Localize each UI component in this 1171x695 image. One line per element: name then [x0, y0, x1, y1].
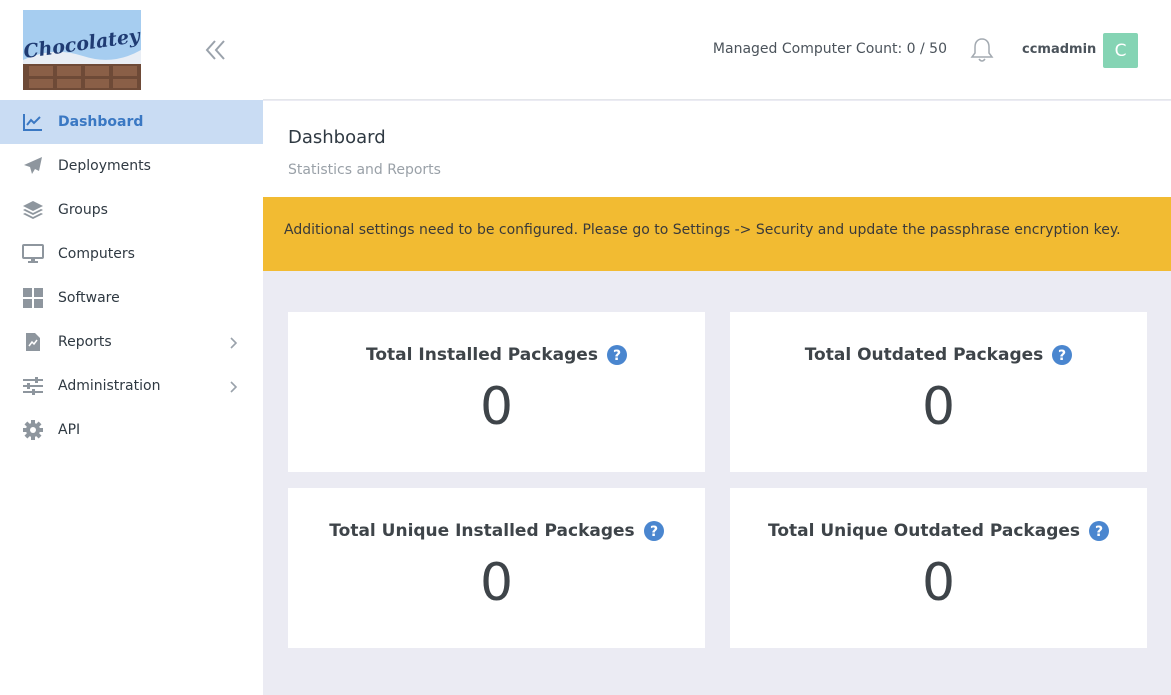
collapse-sidebar-icon[interactable] — [203, 38, 229, 62]
stat-card-title: Total Outdated Packages — [804, 345, 1044, 365]
sidebar-item-label: API — [58, 422, 81, 438]
sidebar-item-deployments[interactable]: Deployments — [0, 144, 263, 188]
svg-text:?: ? — [613, 348, 621, 364]
chevron-right-icon — [226, 335, 240, 349]
sliders-icon — [22, 375, 44, 397]
sidebar-nav: Dashboard Deployments Groups Computers S… — [0, 100, 263, 452]
svg-text:?: ? — [650, 524, 658, 540]
stat-card-value: 0 — [479, 377, 514, 437]
sidebar-item-computers[interactable]: Computers — [0, 232, 263, 276]
page-subtitle: Statistics and Reports — [288, 162, 441, 178]
sidebar-item-groups[interactable]: Groups — [0, 188, 263, 232]
desktop-icon — [22, 243, 44, 265]
stat-card-title: Total Installed Packages — [366, 345, 598, 365]
stat-card-value: 0 — [479, 553, 514, 613]
sidebar-item-dashboard[interactable]: Dashboard — [0, 100, 263, 144]
paper-plane-icon — [22, 155, 44, 177]
username[interactable]: ccmadmin — [1022, 42, 1096, 57]
sidebar-item-label: Deployments — [58, 158, 151, 174]
svg-text:?: ? — [1058, 348, 1066, 364]
avatar[interactable]: C — [1103, 33, 1138, 68]
managed-computer-count: Managed Computer Count: 0 / 50 — [712, 41, 947, 57]
sidebar-item-software[interactable]: Software — [0, 276, 263, 320]
windows-icon — [22, 287, 44, 309]
stat-card-value: 0 — [921, 377, 956, 437]
sidebar-item-label: Administration — [58, 378, 161, 394]
stat-card-total-installed: Total Installed Packages ? 0 — [288, 312, 705, 472]
sidebar-item-label: Computers — [58, 246, 135, 262]
sidebar-item-label: Reports — [58, 334, 112, 350]
question-circle-icon[interactable]: ? — [1089, 521, 1110, 541]
sidebar-item-label: Groups — [58, 202, 108, 218]
chocolatey-logo[interactable]: Chocolatey — [23, 10, 141, 90]
page-header: Dashboard Statistics and Reports — [263, 101, 1171, 197]
sidebar-item-reports[interactable]: Reports — [0, 320, 263, 364]
chevron-right-icon — [226, 379, 240, 393]
gear-icon — [22, 419, 44, 441]
stat-card-title: Total Unique Outdated Packages — [767, 521, 1081, 541]
stat-card-title: Total Unique Installed Packages — [329, 521, 635, 541]
sidebar-item-label: Dashboard — [58, 114, 144, 130]
sidebar: Chocolatey Dashboard Deployments Groups … — [0, 0, 263, 695]
page-title: Dashboard — [288, 127, 386, 148]
bell-icon[interactable] — [970, 37, 994, 63]
sidebar-item-administration[interactable]: Administration — [0, 364, 263, 408]
chart-line-icon — [22, 111, 44, 133]
stat-card-total-outdated: Total Outdated Packages ? 0 — [730, 312, 1147, 472]
alert-text: Additional settings need to be configure… — [284, 222, 1121, 238]
question-circle-icon[interactable]: ? — [643, 521, 664, 541]
svg-text:?: ? — [1095, 524, 1103, 540]
stat-card-value: 0 — [921, 553, 956, 613]
settings-alert: Additional settings need to be configure… — [263, 197, 1171, 271]
question-circle-icon[interactable]: ? — [606, 345, 627, 365]
top-bar: Managed Computer Count: 0 / 50 ccmadmin … — [263, 0, 1171, 100]
stat-card-total-unique-installed: Total Unique Installed Packages ? 0 — [288, 488, 705, 648]
stat-card-total-unique-outdated: Total Unique Outdated Packages ? 0 — [730, 488, 1147, 648]
sidebar-item-api[interactable]: API — [0, 408, 263, 452]
report-file-icon — [22, 331, 44, 353]
layers-icon — [22, 199, 44, 221]
question-circle-icon[interactable]: ? — [1052, 345, 1073, 365]
sidebar-item-label: Software — [58, 290, 120, 306]
